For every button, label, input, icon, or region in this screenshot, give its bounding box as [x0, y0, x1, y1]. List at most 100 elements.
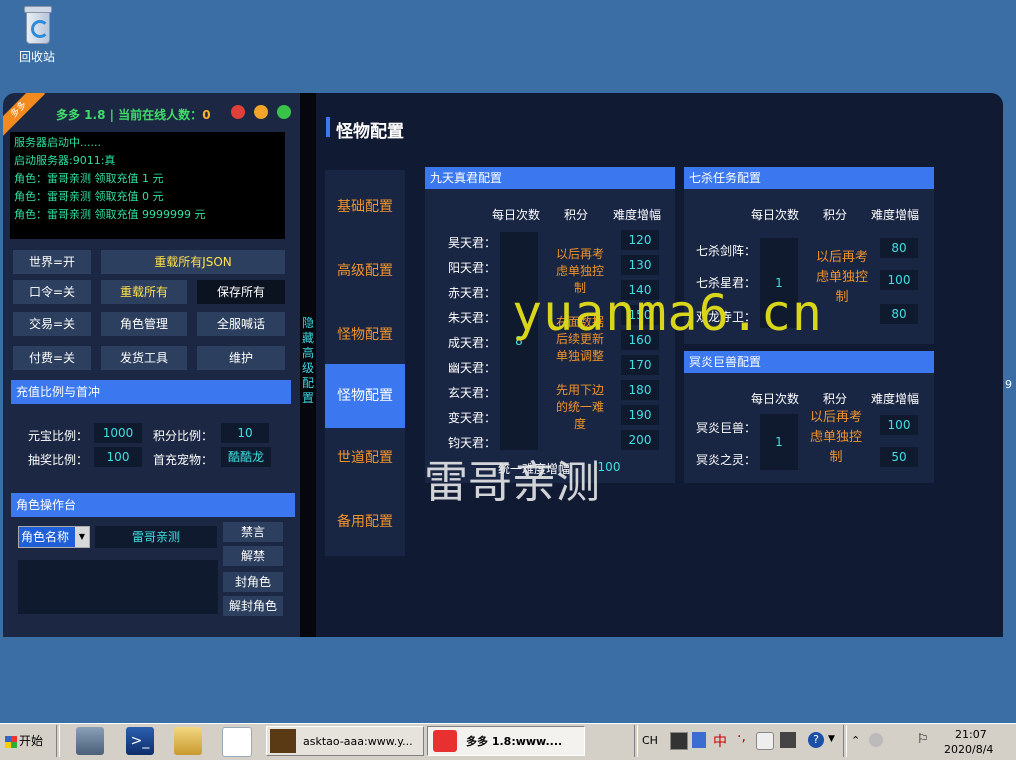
trash-icon — [20, 4, 54, 44]
clock-date[interactable]: 2020/8/4 — [944, 743, 993, 756]
server-shout-button[interactable]: 全服喊话 — [197, 312, 285, 336]
recycle-bin-icon[interactable]: 回收站 — [12, 4, 62, 65]
title-accent — [326, 117, 330, 137]
nav-monster-config-active[interactable]: 怪物配置 — [325, 364, 405, 428]
recharge-section-header: 充值比例与首冲 — [11, 380, 291, 404]
points-ratio-field[interactable]: 10 — [221, 423, 269, 443]
punctuation-icon[interactable]: ·, — [737, 729, 746, 745]
role-name-input[interactable]: 雷哥亲测 — [95, 526, 217, 548]
difficulty-field[interactable]: 50 — [880, 447, 918, 467]
daily-count-field[interactable]: 1 — [760, 414, 798, 470]
baidu-netdisk-icon[interactable] — [222, 727, 252, 757]
maintain-button[interactable]: 维护 — [197, 346, 285, 370]
options-arrow-icon[interactable]: ▼ — [828, 734, 835, 744]
windows-flag-icon — [5, 735, 17, 748]
paid-toggle-button[interactable]: 付费=关 — [13, 346, 91, 370]
taskbar-item-asktao[interactable]: asktao-aaa:www.y... — [266, 726, 424, 756]
clock-time[interactable]: 21:07 — [955, 728, 987, 741]
recycle-bin-label: 回收站 — [18, 50, 55, 64]
server-manager-icon[interactable] — [76, 727, 104, 755]
difficulty-field[interactable]: 80 — [880, 238, 918, 258]
log-line: 角色：雷哥亲测 领取充值 1 元 — [14, 172, 164, 185]
first-pet-field[interactable]: 酷酷龙 — [221, 447, 271, 467]
col-diff-header: 难度增幅 — [613, 208, 662, 222]
trade-toggle-button[interactable]: 交易=关 — [13, 312, 91, 336]
difficulty-field[interactable]: 180 — [621, 380, 659, 400]
tester-watermark: 雷哥亲测 — [424, 457, 600, 508]
soft-keyboard-icon[interactable] — [780, 732, 796, 748]
issue-tool-button[interactable]: 发货工具 — [101, 346, 187, 370]
network-icon[interactable] — [869, 733, 883, 747]
difficulty-field[interactable]: 190 — [621, 405, 659, 425]
taskbar-separator — [56, 725, 60, 757]
explorer-folder-icon[interactable] — [174, 727, 202, 755]
yuanbao-ratio-field[interactable]: 1000 — [94, 423, 142, 443]
online-count: 0 — [202, 108, 211, 122]
help-icon[interactable]: ? — [808, 732, 824, 748]
reload-all-button[interactable]: 重载所有 — [101, 280, 187, 304]
taskbar-separator — [634, 725, 638, 757]
monster-name: 冥炎之灵： — [696, 453, 757, 467]
start-button[interactable]: 开始 — [2, 727, 52, 755]
nav-monster-config[interactable]: 怪物配置 — [325, 324, 405, 344]
powershell-icon[interactable]: >_ — [126, 727, 154, 755]
points-ratio-label: 积分比例： — [153, 429, 214, 443]
nav-backup-config[interactable]: 备用配置 — [325, 511, 405, 531]
difficulty-field[interactable]: 100 — [880, 270, 918, 290]
difficulty-field[interactable]: 120 — [621, 230, 659, 250]
hidden-config-toggle[interactable]: 隐藏高级配置 — [300, 316, 316, 406]
ime-mode-indicator[interactable]: 中 — [713, 731, 727, 751]
yuanbao-ratio-label: 元宝比例： — [28, 429, 89, 443]
col-diff-header: 难度增幅 — [871, 208, 920, 222]
unban-role-button[interactable]: 解封角色 — [223, 596, 283, 616]
edge-digit: 9 — [1005, 378, 1012, 391]
ban-role-button[interactable]: 封角色 — [223, 572, 283, 592]
show-hidden-icons-chevron-icon[interactable]: ⌃ — [851, 734, 860, 747]
col-daily-header: 每日次数 — [751, 208, 800, 222]
save-all-button[interactable]: 保存所有 — [197, 280, 285, 304]
minimize-icon[interactable] — [254, 105, 268, 119]
nav-advanced-config[interactable]: 高级配置 — [325, 260, 405, 280]
unmute-button[interactable]: 解禁 — [223, 546, 283, 566]
col-daily-header: 每日次数 — [492, 208, 541, 222]
col-daily-header: 每日次数 — [751, 392, 800, 406]
difficulty-field[interactable]: 170 — [621, 355, 659, 375]
ime-logo-icon[interactable] — [692, 732, 706, 748]
keyboard-icon[interactable] — [670, 732, 688, 750]
taskbar-item-duoduo[interactable]: 多多 1.8:www.... — [427, 726, 585, 756]
role-field-select[interactable]: 角色名称 ▼ — [18, 526, 90, 548]
log-line: 角色：雷哥亲测 领取充值 0 元 — [14, 190, 164, 203]
col-diff-header: 难度增幅 — [871, 392, 920, 406]
world-toggle-button[interactable]: 世界=开 — [13, 250, 91, 274]
col-points-header: 积分 — [823, 392, 848, 406]
reload-json-button[interactable]: 重载所有JSON — [101, 250, 285, 274]
action-center-flag-icon[interactable]: ⚐ — [917, 732, 929, 747]
log-line: 启动服务器:9011:真 — [14, 154, 116, 167]
monster-name: 阳天君： — [448, 261, 497, 275]
command-toggle-button[interactable]: 口令=关 — [13, 280, 91, 304]
nav-world-config[interactable]: 世道配置 — [325, 447, 405, 467]
col-points-header: 积分 — [823, 208, 848, 222]
role-manage-button[interactable]: 角色管理 — [101, 312, 187, 336]
settings-icon[interactable] — [756, 732, 774, 750]
difficulty-field[interactable]: 200 — [621, 430, 659, 450]
maximize-icon[interactable] — [277, 105, 291, 119]
monster-name: 成天君： — [448, 336, 497, 350]
lottery-ratio-field[interactable]: 100 — [94, 447, 142, 467]
panel-title: 多多 1.8 | 当前在线人数：0 — [56, 108, 211, 122]
close-icon[interactable] — [231, 105, 245, 119]
role-ops-header: 角色操作台 — [11, 493, 295, 517]
difficulty-field[interactable]: 80 — [880, 304, 918, 324]
mute-button[interactable]: 禁言 — [223, 522, 283, 542]
asktao-app-icon — [270, 729, 296, 753]
difficulty-field[interactable]: 130 — [621, 255, 659, 275]
monster-name: 玄天君： — [448, 386, 497, 400]
nav-basic-config[interactable]: 基础配置 — [325, 196, 405, 216]
server-log-console: 服务器启动中...... 启动服务器:9011:真 角色：雷哥亲测 领取充值 1… — [10, 132, 285, 239]
page-title: 怪物配置 — [336, 122, 404, 142]
difficulty-field[interactable]: 100 — [880, 415, 918, 435]
first-pet-label: 首充宠物： — [153, 453, 214, 467]
monster-name: 朱天君： — [448, 311, 497, 325]
language-indicator[interactable]: CH — [642, 734, 658, 747]
monster-name: 赤天君： — [448, 286, 497, 300]
